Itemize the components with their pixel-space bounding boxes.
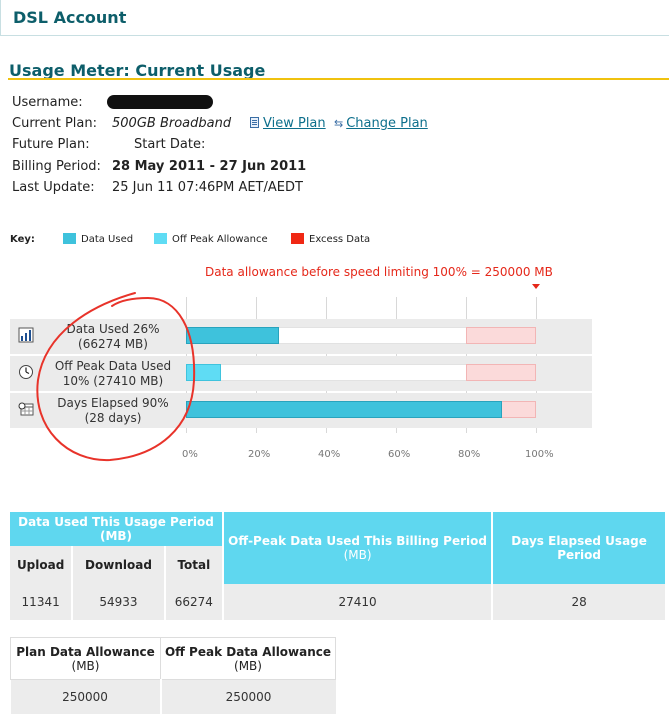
key-label-excess: Excess Data xyxy=(309,234,371,245)
offpeak-allowance-value: 250000 xyxy=(160,679,336,714)
upload-value: 11341 xyxy=(10,584,74,620)
allowance-note: Data allowance before speed limiting 100… xyxy=(205,265,553,279)
current-plan-label: Current Plan: xyxy=(12,116,97,131)
days-value: 28 xyxy=(492,584,665,620)
meter-label-line: 10% (27410 MB) xyxy=(62,374,164,388)
offpeak-allowance-title: Off Peak Data Allowance xyxy=(164,644,332,659)
meter-label-line: (28 days) xyxy=(84,411,142,425)
key-label-off-peak: Off Peak Allowance xyxy=(172,234,268,245)
plan-allowance-unit: (MB) xyxy=(71,658,100,673)
meter-label-line: Off Peak Data Used xyxy=(54,359,172,373)
account-header-border xyxy=(0,0,1,36)
clock-icon xyxy=(19,365,33,379)
offpeak-value: 27410 xyxy=(222,584,494,620)
username-redacted xyxy=(107,95,213,109)
table-row: 250000 250000 xyxy=(10,679,336,714)
key-swatch-data-used xyxy=(63,233,76,244)
excess-zone xyxy=(466,364,536,381)
data-used-bar xyxy=(186,327,279,344)
meter-label-line: (66274 MB) xyxy=(78,337,148,351)
tick-label: 20% xyxy=(248,449,271,460)
offpeak-header: Off-Peak Data Used This Billing Period (… xyxy=(222,512,494,584)
current-plan-value: 500GB Broadband xyxy=(112,116,232,131)
key-swatch-off-peak xyxy=(154,233,167,244)
tick-label: 100% xyxy=(525,449,554,460)
offpeak-allowance-header: Off Peak Data Allowance (MB) xyxy=(160,637,336,680)
calendar-icon xyxy=(18,402,34,416)
tick-label: 0% xyxy=(182,449,198,460)
view-plan-link[interactable]: View Plan xyxy=(263,116,326,131)
tick-label: 60% xyxy=(388,449,411,460)
billing-period-label: Billing Period: xyxy=(12,159,101,174)
view-plan-link-wrap[interactable]: View Plan xyxy=(250,116,326,131)
future-plan-label: Future Plan: xyxy=(12,137,90,152)
change-plan-link[interactable]: Change Plan xyxy=(346,116,428,131)
table-row: 11341 54933 66274 27410 28 xyxy=(10,584,665,620)
offpeak-allowance-unit: (MB) xyxy=(234,658,262,673)
billing-period-value: 28 May 2011 - 27 Jun 2011 xyxy=(112,159,307,174)
days-elapsed-bar xyxy=(186,401,502,418)
section-divider xyxy=(8,78,669,80)
usage-table: Data Used This Usage Period (MB) Off-Pea… xyxy=(10,512,665,620)
plan-allowance-title: Plan Data Allowance xyxy=(16,644,155,659)
plan-allowance-value: 250000 xyxy=(10,679,162,714)
change-plan-icon: ⇆ xyxy=(334,117,344,130)
meter-label-line: Days Elapsed 90% xyxy=(57,396,169,410)
excess-zone xyxy=(466,327,536,344)
meter-label-off-peak: Off Peak Data Used 10% (27410 MB) xyxy=(44,359,182,389)
key-swatch-excess xyxy=(291,233,304,244)
key-label: Key: xyxy=(10,234,35,245)
meter-label-data-used: Data Used 26% (66274 MB) xyxy=(44,322,182,352)
change-plan-link-wrap[interactable]: ⇆ Change Plan xyxy=(334,116,428,131)
start-date-label: Start Date: xyxy=(134,137,206,152)
bar-chart-icon xyxy=(18,327,34,343)
total-value: 66274 xyxy=(164,584,224,620)
allowance-marker xyxy=(532,284,540,289)
document-icon xyxy=(250,117,259,128)
meter-label-days-elapsed: Days Elapsed 90% (28 days) xyxy=(44,396,182,426)
days-elapsed-header: Days Elapsed Usage Period xyxy=(492,512,665,584)
upload-header: Upload xyxy=(10,546,74,584)
account-title: DSL Account xyxy=(13,8,127,27)
download-value: 54933 xyxy=(72,584,166,620)
total-header: Total xyxy=(164,546,224,584)
offpeak-header-unit: (MB) xyxy=(343,548,372,562)
key-label-data-used: Data Used xyxy=(81,234,134,245)
last-update-label: Last Update: xyxy=(12,180,95,195)
username-label: Username: xyxy=(12,95,83,110)
tick-label: 80% xyxy=(458,449,481,460)
meter-label-line: Data Used 26% xyxy=(66,322,160,336)
usage-group-header: Data Used This Usage Period (MB) xyxy=(10,512,224,546)
tick-label: 40% xyxy=(318,449,341,460)
last-update-value: 25 Jun 11 07:46PM AET/AEDT xyxy=(112,180,303,195)
download-header: Download xyxy=(72,546,166,584)
offpeak-header-title: Off-Peak Data Used This Billing Period xyxy=(228,534,487,548)
off-peak-bar xyxy=(186,364,221,381)
plan-allowance-header: Plan Data Allowance (MB) xyxy=(10,637,161,680)
allowance-table: Plan Data Allowance (MB) Off Peak Data A… xyxy=(10,637,336,714)
